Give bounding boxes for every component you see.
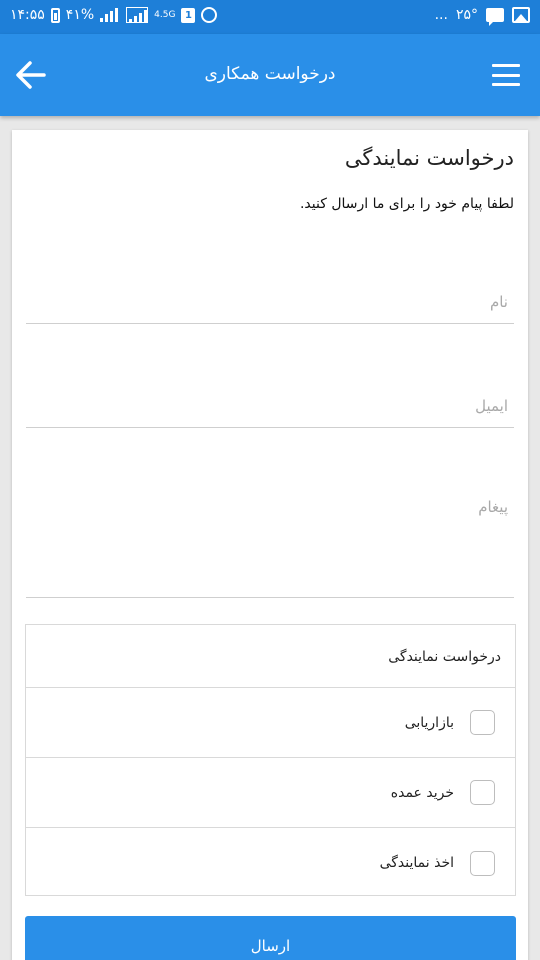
email-field <box>26 388 514 428</box>
app-bar: درخواست همکاری <box>0 34 540 116</box>
checkbox-agency[interactable] <box>470 850 495 876</box>
battery-icon <box>50 7 60 23</box>
checkbox-wholesale[interactable] <box>470 780 495 805</box>
back-button[interactable] <box>14 58 48 92</box>
request-type-group: درخواست نمایندگی بازاریابی خرید عمده اخذ… <box>25 624 516 896</box>
network-type: 4.5G <box>154 10 176 20</box>
option-wholesale[interactable]: خرید عمده <box>26 758 515 828</box>
name-field <box>26 284 514 324</box>
message-field <box>26 496 514 598</box>
status-bar: ۱۴:۵۵ ۴۱% 4.5G 1 ... ۲۵° <box>0 0 540 34</box>
signal-icon <box>100 8 120 22</box>
arrow-left-icon <box>16 61 46 89</box>
sim-icon: 1 <box>181 7 196 23</box>
option-agency[interactable]: اخذ نمایندگی <box>26 828 515 898</box>
option-marketing[interactable]: بازاریابی <box>26 688 515 758</box>
alarm-icon <box>201 7 218 23</box>
menu-button[interactable] <box>492 64 520 86</box>
form-subtitle: لطفا پیام خود را برای ما ارسال کنید. <box>299 196 514 212</box>
chat-icon <box>486 8 504 26</box>
group-label: درخواست نمایندگی <box>26 625 515 688</box>
option-label: خرید عمده <box>390 784 454 801</box>
status-time: ۱۴:۵۵ <box>10 7 45 23</box>
name-input[interactable] <box>26 284 514 320</box>
option-label: بازاریابی <box>404 714 454 731</box>
status-right: ... ۲۵° <box>434 7 530 26</box>
option-label: اخذ نمایندگی <box>379 855 454 871</box>
app-title: درخواست همکاری <box>204 64 336 84</box>
temperature: ۲۵° <box>455 7 478 23</box>
form-card: درخواست نمایندگی لطفا پیام خود را برای م… <box>12 130 528 960</box>
image-icon <box>512 7 530 23</box>
battery-percent: ۴۱% <box>65 7 95 23</box>
more-notifications: ... <box>434 7 448 23</box>
hamburger-menu-icon <box>492 64 520 67</box>
signal-icon-2 <box>126 7 149 23</box>
status-left: ۱۴:۵۵ ۴۱% 4.5G 1 <box>10 7 218 23</box>
submit-button[interactable]: ارسال <box>25 916 516 960</box>
message-input[interactable] <box>26 498 514 588</box>
checkbox-marketing[interactable] <box>470 710 495 735</box>
form-title: درخواست نمایندگی <box>344 146 514 170</box>
email-input[interactable] <box>26 388 514 424</box>
